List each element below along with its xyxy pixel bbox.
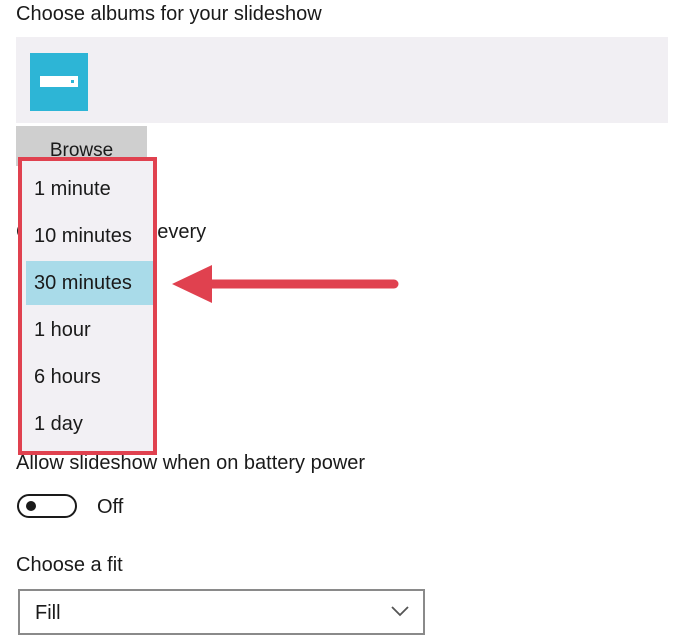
dropdown-option[interactable]: 10 minutes bbox=[26, 214, 153, 258]
dropdown-option[interactable]: 6 hours bbox=[26, 355, 153, 399]
fit-label: Choose a fit bbox=[16, 554, 123, 576]
battery-toggle[interactable] bbox=[17, 494, 77, 518]
interval-dropdown[interactable]: 1 minute 10 minutes 30 minutes 1 hour 6 … bbox=[18, 157, 157, 455]
album-tile[interactable] bbox=[30, 53, 88, 111]
dropdown-option-selected[interactable]: 30 minutes bbox=[26, 261, 153, 305]
toggle-knob bbox=[26, 501, 36, 511]
dropdown-option[interactable]: 1 hour bbox=[26, 308, 153, 352]
albums-section-title: Choose albums for your slideshow bbox=[16, 3, 322, 25]
chevron-down-icon bbox=[391, 606, 409, 617]
fit-select-value: Fill bbox=[35, 602, 61, 624]
arrow-left-icon bbox=[172, 265, 399, 303]
toggle-state-label: Off bbox=[97, 496, 124, 518]
dropdown-option[interactable]: 1 minute bbox=[26, 167, 153, 211]
fit-select[interactable]: Fill bbox=[18, 589, 425, 635]
dropdown-option[interactable]: 1 day bbox=[26, 402, 153, 446]
album-list bbox=[16, 37, 668, 123]
